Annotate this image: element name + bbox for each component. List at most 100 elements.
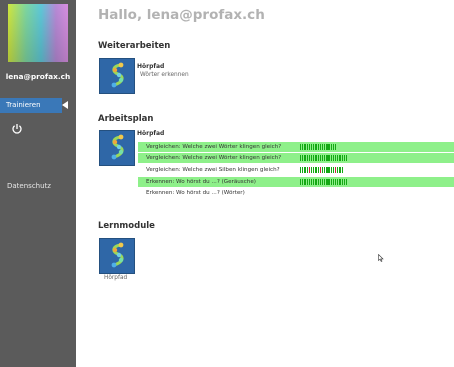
meter-segment — [319, 155, 321, 161]
power-icon[interactable] — [11, 120, 23, 134]
plan-row-label: Vergleichen: Welche zwei Silben klingen … — [146, 167, 280, 173]
nav-item-trainieren[interactable]: Trainieren — [0, 98, 68, 113]
meter-segment — [302, 167, 304, 173]
continue-item-title[interactable]: Hörpfad — [137, 63, 164, 70]
hoerpfad-icon[interactable] — [99, 58, 135, 94]
meter-segment — [304, 179, 306, 185]
meter-segment — [300, 167, 302, 173]
meter-segment — [315, 179, 317, 185]
meter-segment — [304, 167, 306, 173]
meter-segment — [313, 155, 315, 161]
meter-segment — [337, 167, 339, 173]
plan-row-label: Erkennen: Wo hörst du ...? (Wörter) — [146, 190, 245, 196]
meter-segment — [330, 167, 332, 173]
meter-segment — [315, 144, 317, 150]
meter-segment — [345, 179, 348, 185]
meter-segment — [332, 155, 335, 161]
meter-segment — [341, 167, 343, 173]
brand-logo — [8, 4, 68, 62]
plan-row-label: Vergleichen: Welche zwei Wörter klingen … — [146, 155, 282, 161]
meter-segment — [317, 155, 319, 161]
privacy-link[interactable]: Datenschutz — [7, 182, 51, 190]
meter-segment — [308, 155, 311, 161]
plan-row[interactable]: Erkennen: Wo hörst du ...? (Wörter) — [138, 188, 454, 198]
meter-segment — [310, 167, 313, 173]
progress-meter — [300, 155, 348, 161]
meter-segment — [300, 179, 302, 185]
mouse-cursor-icon — [378, 247, 384, 266]
meter-segment — [324, 179, 326, 185]
plan-item-title: Hörpfad — [137, 130, 165, 137]
meter-segment — [310, 179, 313, 185]
plan-row[interactable]: Vergleichen: Welche zwei Silben klingen … — [138, 165, 454, 175]
plan-row[interactable]: Vergleichen: Welche zwei Wörter klingen … — [138, 142, 454, 152]
meter-segment — [300, 155, 302, 161]
meter-segment — [332, 144, 335, 150]
meter-segment — [326, 179, 328, 185]
plan-row[interactable]: Erkennen: Wo hörst du ...? (Geräusche) — [138, 177, 454, 187]
meter-segment — [339, 155, 341, 161]
meter-segment — [319, 167, 321, 173]
meter-segment — [313, 167, 315, 173]
progress-meter — [300, 167, 343, 173]
plan-row[interactable]: Vergleichen: Welche zwei Wörter klingen … — [138, 153, 454, 163]
meter-segment — [302, 155, 304, 161]
meter-segment — [306, 155, 308, 161]
meter-segment — [335, 179, 337, 185]
meter-segment — [319, 144, 321, 150]
plan-row-label: Erkennen: Wo hörst du ...? (Geräusche) — [146, 179, 256, 185]
continue-section-title: Weiterarbeiten — [98, 41, 171, 51]
sidebar: lena@profax.ch Trainieren Datenschutz — [0, 0, 76, 367]
meter-segment — [302, 144, 304, 150]
meter-segment — [300, 144, 302, 150]
module-label[interactable]: Hörpfad — [104, 275, 127, 281]
meter-segment — [313, 179, 315, 185]
meter-segment — [317, 167, 319, 173]
meter-segment — [332, 167, 335, 173]
meter-segment — [308, 179, 311, 185]
hoerpfad-icon[interactable] — [99, 130, 135, 166]
meter-segment — [330, 144, 332, 150]
meter-segment — [306, 144, 308, 150]
meter-segment — [330, 155, 332, 161]
meter-segment — [326, 144, 328, 150]
meter-segment — [304, 155, 306, 161]
meter-segment — [335, 144, 337, 150]
main-content: Hallo, lena@profax.ch Weiterarbeiten Hör… — [98, 0, 454, 367]
plan-row-label: Vergleichen: Welche zwei Wörter klingen … — [146, 144, 282, 150]
meter-segment — [343, 155, 346, 161]
meter-segment — [306, 179, 308, 185]
user-email: lena@profax.ch — [5, 72, 71, 81]
meter-segment — [317, 144, 319, 150]
meter-segment — [321, 144, 324, 150]
meter-segment — [324, 167, 326, 173]
meter-segment — [335, 155, 337, 161]
meter-segment — [310, 155, 313, 161]
greeting-heading: Hallo, lena@profax.ch — [98, 7, 265, 23]
meter-segment — [308, 144, 311, 150]
meter-segment — [321, 167, 324, 173]
meter-segment — [317, 179, 319, 185]
plan-section-title: Arbeitsplan — [98, 114, 154, 124]
meter-segment — [341, 179, 343, 185]
meter-segment — [337, 155, 339, 161]
meter-segment — [302, 179, 304, 185]
progress-meter — [300, 144, 337, 150]
meter-segment — [306, 167, 308, 173]
progress-meter — [300, 179, 348, 185]
meter-segment — [313, 144, 315, 150]
meter-segment — [315, 167, 317, 173]
meter-segment — [315, 155, 317, 161]
hoerpfad-module-icon[interactable] — [99, 238, 135, 274]
meter-segment — [324, 144, 326, 150]
meter-segment — [326, 167, 328, 173]
meter-segment — [304, 144, 306, 150]
meter-segment — [328, 179, 330, 185]
meter-segment — [328, 144, 330, 150]
meter-segment — [339, 179, 341, 185]
meter-segment — [324, 155, 326, 161]
meter-segment — [335, 167, 337, 173]
modules-section-title: Lernmodule — [98, 221, 155, 231]
meter-segment — [310, 144, 313, 150]
continue-item-subtitle: Wörter erkennen — [140, 72, 189, 78]
